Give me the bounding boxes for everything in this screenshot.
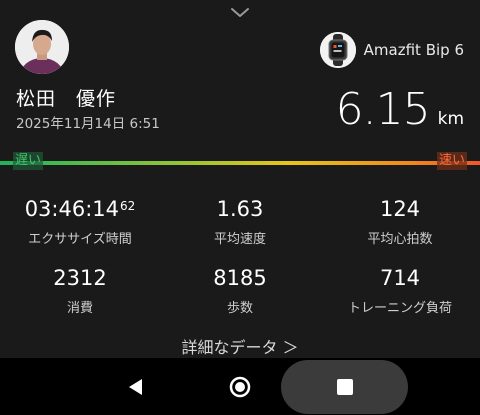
pace-gradient-bar: [0, 161, 480, 165]
stat-value: 2312: [53, 266, 107, 290]
stat-steps: 8185 歩数: [170, 265, 310, 316]
activity-date: 2025年11月14日 6:51: [16, 116, 160, 132]
distance-value: 6.15: [335, 84, 431, 135]
chevron-down-icon[interactable]: [226, 4, 254, 20]
stat-value-hundredths: 62: [120, 199, 136, 213]
stat-training-load: 714 トレーニング負荷: [330, 265, 470, 316]
stat-value: 124: [379, 197, 421, 221]
device-name: Amazfit Bip 6: [363, 41, 464, 59]
stat-value-main: 03:46:14: [24, 197, 120, 221]
recents-button[interactable]: [281, 360, 408, 414]
smartwatch-icon: [319, 32, 356, 68]
pace-slow-label: 遅い: [13, 152, 44, 170]
user-name: 松田 優作: [16, 88, 117, 110]
device-info[interactable]: Amazfit Bip 6: [319, 32, 464, 68]
activity-summary-screen: 松田 優作 2025年11月14日 6:51 Amazfit Bip 6 6.1…: [0, 0, 480, 415]
avatar[interactable]: [15, 20, 69, 74]
stat-average-speed: 1.63 平均速度: [170, 196, 310, 247]
back-icon[interactable]: [124, 375, 148, 399]
stat-value: 714: [379, 266, 421, 290]
stat-label: 歩数: [226, 301, 253, 316]
stat-label: 消費: [66, 301, 93, 316]
detailed-data-link[interactable]: 詳細なデータ ＞: [0, 334, 480, 358]
home-icon[interactable]: [228, 375, 252, 399]
stat-label: 平均心拍数: [367, 232, 433, 247]
stat-value: 8185: [213, 266, 267, 290]
system-navigation-bar: [0, 358, 480, 415]
stat-average-heart-rate: 124 平均心拍数: [330, 196, 470, 247]
stat-label: 平均速度: [213, 232, 266, 247]
stat-label: エクササイズ時間: [28, 232, 132, 247]
stat-value: 1.63: [216, 197, 264, 221]
stat-label: トレーニング負荷: [347, 301, 452, 316]
pace-fast-label: 速い: [436, 152, 467, 170]
distance-unit: km: [437, 109, 464, 129]
stat-exercise-time: 03:46:1462 エクササイズ時間: [10, 196, 150, 247]
stat-calories: 2312 消費: [10, 265, 150, 316]
recents-icon: [337, 379, 353, 395]
stat-value: 03:46:1462: [10, 196, 150, 222]
distance-display: 6.15 km: [336, 84, 464, 135]
